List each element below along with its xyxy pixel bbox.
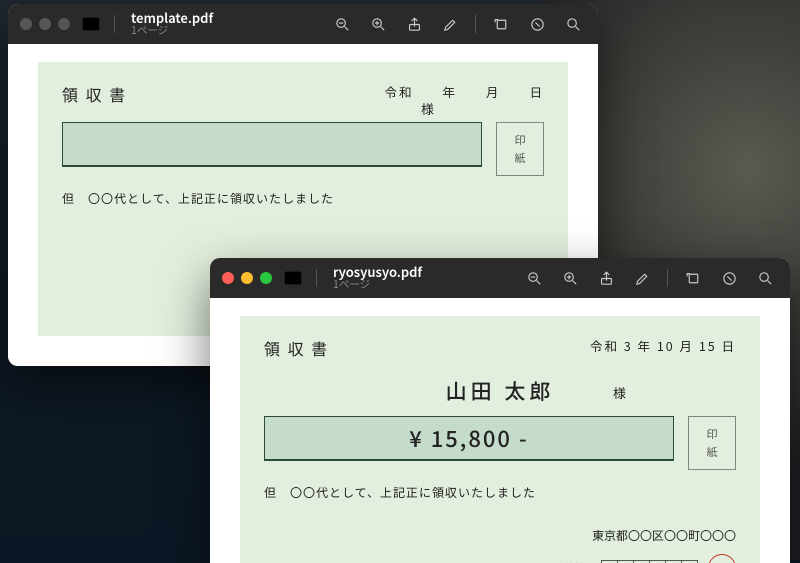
company-prefix: （株） bbox=[556, 560, 592, 563]
receipt-title: 領 収 書 bbox=[264, 336, 329, 360]
minimize-dot[interactable] bbox=[241, 272, 253, 284]
stamp-char: 印 bbox=[515, 132, 526, 148]
search-icon[interactable] bbox=[752, 265, 778, 291]
highlight-icon[interactable] bbox=[716, 265, 742, 291]
amount-box: ¥ 15,800 - bbox=[264, 416, 674, 461]
window-title: ryosyusyo.pdf 1ページ bbox=[333, 265, 422, 292]
proviso-line: 但 〇〇代として、上記正に領収いたしました bbox=[264, 484, 736, 501]
receipt-body: 領 収 書 令和 3 年 10 月 15 日 山田 太郎 様 ¥ 15,800 … bbox=[240, 316, 760, 563]
proviso-line: 但 〇〇代として、上記正に領収いたしました bbox=[62, 190, 544, 207]
issuer-footer: 東京都〇〇区〇〇町〇〇〇 （株） 印鑑 bbox=[264, 527, 736, 563]
share-icon[interactable] bbox=[593, 265, 619, 291]
sidebar-toggle-icon[interactable] bbox=[282, 267, 304, 289]
separator bbox=[475, 15, 476, 33]
rotate-icon[interactable] bbox=[680, 265, 706, 291]
window-controls bbox=[20, 18, 70, 30]
page-count-label: 1ページ bbox=[333, 279, 422, 291]
close-dot[interactable] bbox=[222, 272, 234, 284]
zoom-in-icon[interactable] bbox=[557, 265, 583, 291]
page-count-label: 1ページ bbox=[131, 25, 213, 37]
stamp-char: 印 bbox=[707, 426, 718, 442]
zoom-out-icon[interactable] bbox=[521, 265, 547, 291]
stamp-char: 紙 bbox=[707, 444, 718, 460]
document-page: 領 収 書 令和 3 年 10 月 15 日 山田 太郎 様 ¥ 15,800 … bbox=[210, 298, 790, 563]
payee-row: 山田 太郎 様 bbox=[264, 376, 736, 406]
zoom-dot[interactable] bbox=[58, 18, 70, 30]
highlight-icon[interactable] bbox=[524, 11, 550, 37]
separator bbox=[667, 269, 668, 287]
company-name-boxes bbox=[602, 560, 698, 563]
window-controls bbox=[222, 272, 272, 284]
titlebar[interactable]: template.pdf 1ページ bbox=[8, 4, 598, 44]
search-icon[interactable] bbox=[560, 11, 586, 37]
revenue-stamp-box: 印 紙 bbox=[688, 416, 736, 470]
payee-name: 山田 太郎 bbox=[264, 376, 736, 406]
company-seal-icon: 印鑑 bbox=[708, 554, 736, 563]
rotate-icon[interactable] bbox=[488, 11, 514, 37]
window-title: template.pdf 1ページ bbox=[131, 11, 213, 38]
amount-box bbox=[62, 122, 482, 167]
markup-icon[interactable] bbox=[437, 11, 463, 37]
zoom-out-icon[interactable] bbox=[329, 11, 355, 37]
separator bbox=[114, 15, 115, 33]
desktop: template.pdf 1ページ 領 収 書 令和 年 月 日 bbox=[0, 0, 800, 563]
markup-icon[interactable] bbox=[629, 265, 655, 291]
minimize-dot[interactable] bbox=[39, 18, 51, 30]
date-line: 令和 3 年 10 月 15 日 bbox=[590, 336, 736, 355]
zoom-in-icon[interactable] bbox=[365, 11, 391, 37]
revenue-stamp-box: 印 紙 bbox=[496, 122, 544, 176]
zoom-dot[interactable] bbox=[260, 272, 272, 284]
sidebar-toggle-icon[interactable] bbox=[80, 13, 102, 35]
separator bbox=[316, 269, 317, 287]
honorific-sama: 様 bbox=[421, 99, 434, 118]
share-icon[interactable] bbox=[401, 11, 427, 37]
close-dot[interactable] bbox=[20, 18, 32, 30]
issuer-address: 東京都〇〇区〇〇町〇〇〇 bbox=[592, 527, 736, 544]
receipt-title: 領 収 書 bbox=[62, 82, 127, 106]
titlebar[interactable]: ryosyusyo.pdf 1ページ bbox=[210, 258, 790, 298]
date-line: 令和 年 月 日 bbox=[384, 82, 544, 101]
preview-window-ryosyusyo[interactable]: ryosyusyo.pdf 1ページ 領 収 書 令和 3 年 10 月 15 … bbox=[210, 258, 790, 563]
stamp-char: 紙 bbox=[515, 150, 526, 166]
honorific-sama: 様 bbox=[613, 383, 626, 402]
